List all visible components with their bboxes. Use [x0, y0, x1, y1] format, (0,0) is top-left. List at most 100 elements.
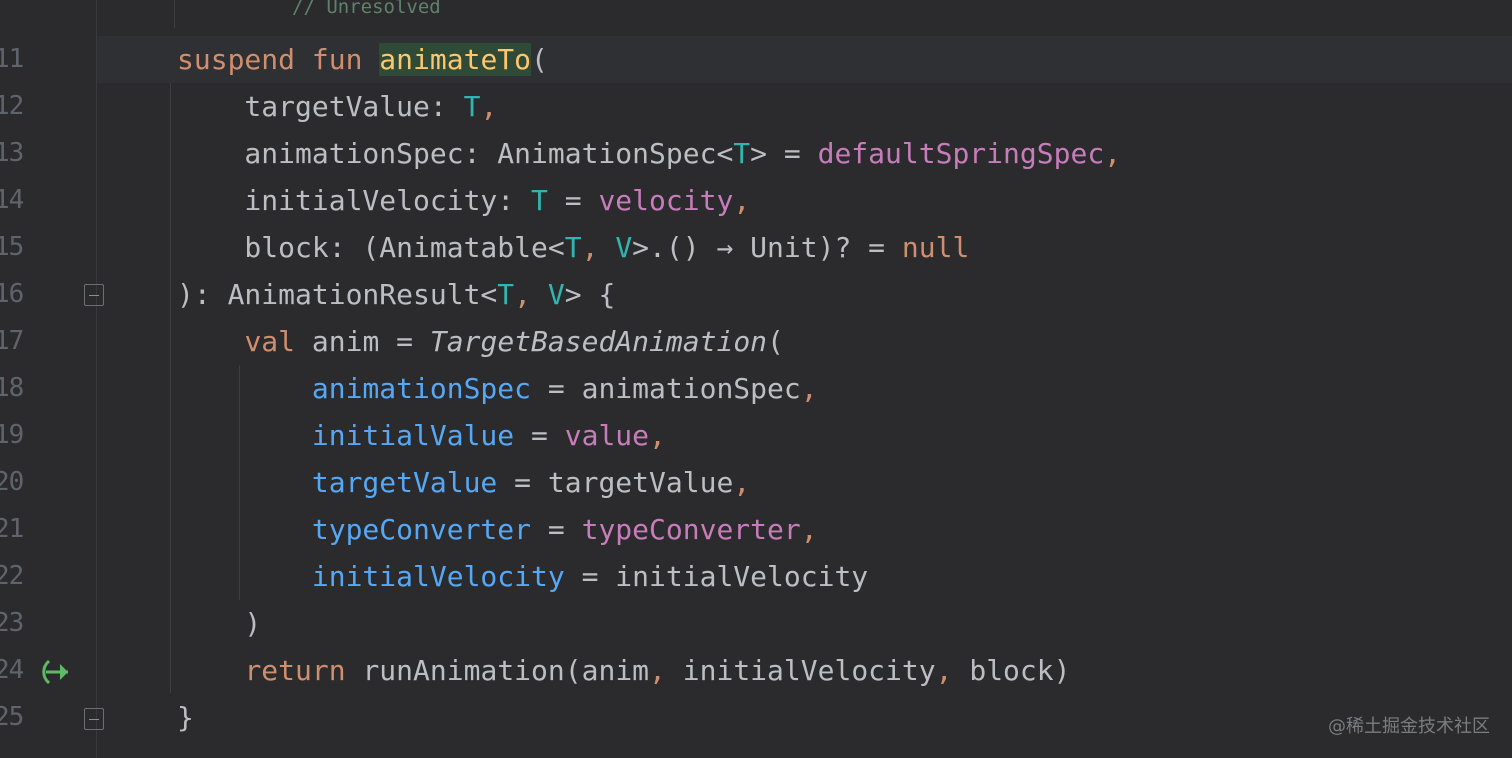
code-token: block: (Animatable<: [177, 231, 565, 264]
code-token: block): [969, 654, 1071, 687]
code-token: defaultSpringSpec: [817, 137, 1105, 170]
code-line[interactable]: }: [97, 694, 1512, 741]
code-text: typeConverter = typeConverter,: [177, 506, 818, 553]
indent-guide: [170, 83, 171, 693]
code-line[interactable]: targetValue = targetValue,: [97, 459, 1512, 506]
indent-guide: [174, 0, 175, 28]
code-line[interactable]: suspend fun animateTo(: [97, 36, 1512, 83]
code-line[interactable]: initialVelocity = initialVelocity: [97, 553, 1512, 600]
code-token: ,: [800, 372, 818, 405]
code-token: ): AnimationResult<: [177, 278, 498, 311]
code-line[interactable]: initialVelocity: T = velocity,: [97, 177, 1512, 224]
code-line[interactable]: animationSpec: AnimationSpec<T> = defaul…: [97, 130, 1512, 177]
code-token: > {: [564, 278, 616, 311]
code-token: V: [547, 278, 565, 311]
code-text: initialVelocity: T = velocity,: [177, 177, 750, 224]
code-token: ,: [514, 278, 548, 311]
code-token: null: [901, 231, 970, 264]
code-token: return: [244, 654, 363, 687]
code-token: animationSpec: [311, 372, 532, 405]
code-text: animationSpec: AnimationSpec<T> = defaul…: [177, 130, 1121, 177]
indent-guide: [239, 365, 240, 600]
code-text: animationSpec = animationSpec,: [177, 365, 818, 412]
line-number: 11: [0, 44, 24, 74]
code-token: T: [463, 90, 481, 123]
line-number: 22: [0, 561, 24, 591]
line-number: 21: [0, 514, 24, 544]
code-token: ,: [1104, 137, 1122, 170]
code-token: targetValue: [311, 466, 498, 499]
code-token: = animationSpec: [531, 372, 801, 405]
code-token: val: [244, 325, 312, 358]
recursive-call-icon[interactable]: [38, 655, 72, 689]
code-token: (: [531, 43, 548, 76]
code-line[interactable]: ): AnimationResult<T, V> {: [97, 271, 1512, 318]
code-token: T: [497, 278, 515, 311]
code-token: ,: [649, 419, 666, 452]
line-number: 20: [0, 467, 24, 497]
line-number: 18: [0, 373, 24, 403]
line-number: 13: [0, 138, 24, 168]
code-comment: // Unresolved: [292, 0, 441, 31]
code-token: >.() → Unit)? =: [632, 231, 902, 264]
code-token: }: [177, 701, 194, 734]
code-token: = targetValue: [497, 466, 734, 499]
code-token: ,: [480, 90, 498, 123]
code-editor[interactable]: // Unresolved suspend fun animateTo( targ…: [97, 0, 1512, 758]
code-token: T: [531, 184, 548, 217]
code-text: return runAnimation(anim, initialVelocit…: [177, 647, 1071, 694]
code-line[interactable]: val anim = TargetBasedAnimation(: [97, 318, 1512, 365]
code-token: =: [531, 513, 582, 546]
code-text: }: [177, 694, 194, 741]
code-line[interactable]: initialValue = value,: [97, 412, 1512, 459]
code-token: (: [767, 325, 784, 358]
code-token: value: [564, 419, 650, 452]
code-text: ): [177, 600, 261, 647]
line-number: 25: [0, 702, 24, 732]
code-line[interactable]: ): [97, 600, 1512, 647]
code-token: runAnimation(anim: [362, 654, 650, 687]
line-number: 16: [0, 279, 24, 309]
code-line[interactable]: block: (Animatable<T, V>.() → Unit)? = n…: [97, 224, 1512, 271]
code-text: suspend fun animateTo(: [177, 36, 548, 83]
code-line[interactable]: targetValue: T,: [97, 83, 1512, 130]
code-token: initialVelocity: [682, 654, 936, 687]
line-number: 24: [0, 655, 24, 685]
code-token: ,: [935, 654, 970, 687]
fold-end-icon[interactable]: [84, 708, 104, 730]
code-token: = initialVelocity: [564, 560, 869, 593]
code-token: T: [564, 231, 582, 264]
code-text: val anim = TargetBasedAnimation(: [177, 318, 784, 365]
code-token: fun: [311, 43, 380, 76]
line-number: 17: [0, 326, 24, 356]
code-token: suspend: [177, 43, 312, 76]
code-token: T: [733, 137, 751, 170]
code-line[interactable]: animationSpec = animationSpec,: [97, 365, 1512, 412]
code-token: ,: [800, 513, 818, 546]
line-number: 19: [0, 420, 24, 450]
code-token: ): [177, 607, 262, 640]
code-token: typeConverter: [581, 513, 801, 546]
fold-collapse-icon[interactable]: [84, 284, 104, 306]
code-token: ,: [733, 466, 751, 499]
line-number: 23: [0, 608, 24, 638]
code-token: ,: [649, 654, 683, 687]
code-line[interactable]: typeConverter = typeConverter,: [97, 506, 1512, 553]
code-line[interactable]: return runAnimation(anim, initialVelocit…: [97, 647, 1512, 694]
line-number: 12: [0, 91, 24, 121]
code-token: =: [514, 419, 565, 452]
code-token: animateTo: [379, 43, 532, 76]
code-text: initialValue = value,: [177, 412, 666, 459]
code-token: typeConverter: [311, 513, 532, 546]
code-token: velocity: [598, 184, 734, 217]
code-token: initialValue: [311, 419, 515, 452]
code-token: ,: [733, 184, 751, 217]
code-token: ,: [581, 231, 616, 264]
